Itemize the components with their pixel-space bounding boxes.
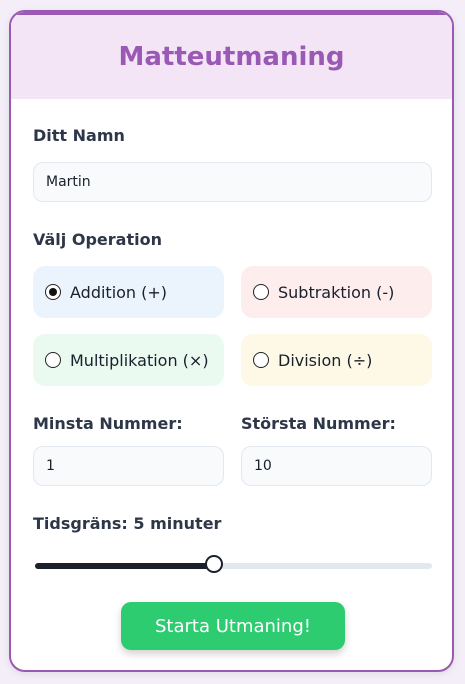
name-label: Ditt Namn [33,126,125,145]
operation-label: Välj Operation [33,230,162,249]
page-title: Matteutmaning [118,42,345,72]
radio-icon[interactable] [253,352,269,368]
option-label: Addition (+) [70,282,168,302]
operation-option-multiplication[interactable]: Multiplikation (×) [33,334,224,386]
max-number-input[interactable]: 10 [241,446,432,486]
min-number-label: Minsta Nummer: [33,414,183,433]
challenge-card: Matteutmaning Ditt Namn Martin Välj Oper… [9,10,454,672]
min-number-input[interactable]: 1 [33,446,224,486]
slider-fill [35,563,214,569]
radio-icon[interactable] [253,284,269,300]
time-limit-label: Tidsgräns: 5 minuter [33,514,222,533]
max-number-label: Största Nummer: [241,414,396,433]
operation-option-addition[interactable]: Addition (+) [33,266,224,318]
option-label: Division (÷) [278,350,373,370]
start-challenge-button[interactable]: Starta Utmaning! [121,602,345,650]
time-limit-slider[interactable] [35,555,432,573]
card-header: Matteutmaning [11,12,452,99]
radio-icon[interactable] [45,352,61,368]
radio-icon[interactable] [45,284,61,300]
operation-option-division[interactable]: Division (÷) [241,334,432,386]
slider-thumb[interactable] [204,555,223,573]
option-label: Multiplikation (×) [70,350,209,370]
option-label: Subtraktion (-) [278,282,395,302]
name-input[interactable]: Martin [33,162,432,202]
operation-option-subtraction[interactable]: Subtraktion (-) [241,266,432,318]
